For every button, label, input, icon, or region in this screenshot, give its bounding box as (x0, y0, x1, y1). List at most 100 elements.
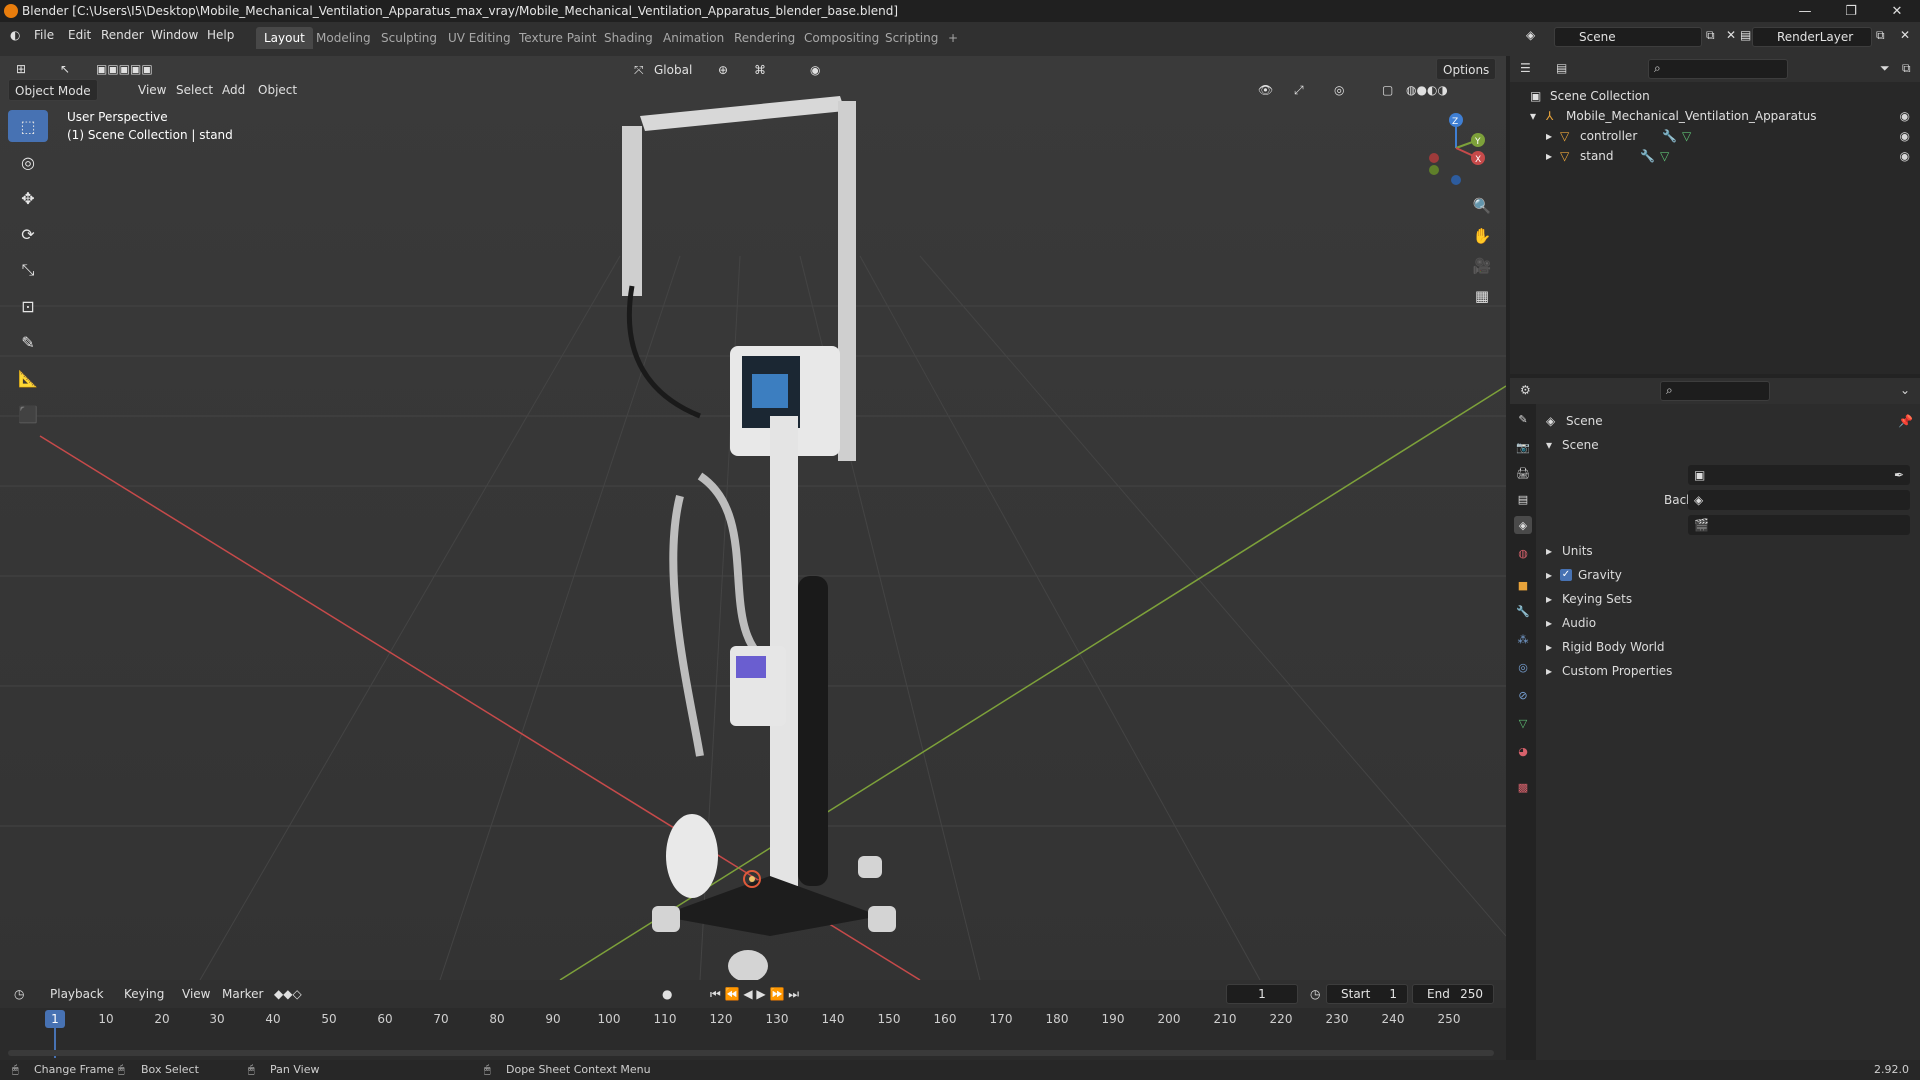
viewport-menu-object[interactable]: Object (252, 79, 303, 101)
rigid-body-world-panel-header[interactable]: ▸ Rigid Body World (1538, 636, 1920, 658)
measure-tool-icon[interactable]: 📐 (8, 362, 48, 394)
xray-toggle-icon[interactable]: ▢ (1376, 79, 1399, 101)
select-box-tool-icon[interactable]: ⬚ (8, 110, 48, 142)
collapse-icon[interactable]: ▾ (1530, 106, 1536, 126)
timeline-editor-icon[interactable]: ◷ (8, 983, 30, 1005)
timeline-scrollbar[interactable] (8, 1050, 1494, 1056)
menu-window[interactable]: Window (151, 28, 198, 42)
tab-rendering[interactable]: Rendering (726, 27, 803, 49)
gizmo-toggle-icon[interactable]: ⤢ (1288, 79, 1310, 101)
cursor-tool-icon[interactable]: ◎ (8, 146, 48, 178)
record-icon[interactable]: ● (656, 983, 678, 1005)
tab-shading[interactable]: Shading (596, 27, 661, 49)
tab-uv-editing[interactable]: UV Editing (440, 27, 519, 49)
scene-selector-icon[interactable]: ◈ (1526, 28, 1535, 42)
material-tab-icon[interactable]: ◕ (1514, 742, 1532, 760)
gravity-panel-header[interactable]: ▸ ✓ Gravity (1538, 564, 1920, 586)
menu-edit[interactable]: Edit (68, 28, 91, 42)
timeline-menu-marker[interactable]: Marker (216, 983, 269, 1005)
outliner-row-collection[interactable]: ▾ ⅄ Mobile_Mechanical_Ventilation_Appara… (1510, 106, 1920, 126)
options-dropdown[interactable]: Options (1436, 58, 1497, 80)
scale-tool-icon[interactable]: ⤡ (8, 254, 48, 286)
close-button[interactable]: ✕ (1874, 0, 1920, 22)
pivot-point-icon[interactable]: ⊕ (712, 59, 734, 81)
viewport-menu-view[interactable]: View (132, 79, 172, 101)
editor-type-icon[interactable]: ⊞ (10, 58, 32, 80)
new-scene-icon[interactable]: ⧉ (1706, 28, 1715, 43)
rotate-tool-icon[interactable]: ⟳ (8, 218, 48, 250)
tool-tab-icon[interactable]: ✎ (1514, 410, 1532, 428)
object-tab-icon[interactable]: ■ (1514, 576, 1532, 594)
tab-sculpting[interactable]: Sculpting (373, 27, 445, 49)
tab-modeling[interactable]: Modeling (308, 27, 379, 49)
add-workspace-button[interactable]: + (940, 27, 966, 49)
delete-scene-icon[interactable]: ✕ (1726, 28, 1736, 42)
data-tab-icon[interactable]: ▽ (1514, 714, 1532, 732)
current-frame-field[interactable]: 1 (1226, 984, 1298, 1004)
selection-mode-icons[interactable]: ▣▣▣▣▣ (90, 58, 159, 80)
world-tab-icon[interactable]: ◍ (1514, 544, 1532, 562)
menu-render[interactable]: Render (101, 28, 144, 42)
timeline-menu-keying[interactable]: Keying (118, 983, 170, 1005)
zoom-icon[interactable]: 🔍 (1468, 192, 1496, 220)
transform-orientation-dropdown[interactable]: Global (648, 59, 698, 81)
3d-viewport[interactable]: ⊞ ↖ ▣▣▣▣▣ ⤧ Global ⊕ ⌘ ◉ Options Object … (0, 56, 1506, 980)
move-tool-icon[interactable]: ✥ (8, 182, 48, 214)
outliner-row-scene-collection[interactable]: ▣ Scene Collection (1510, 86, 1920, 106)
visibility-eye-icon[interactable]: ◉ (1900, 126, 1910, 146)
delete-render-layer-icon[interactable]: ✕ (1900, 28, 1910, 42)
snap-icon[interactable]: ⌘ (748, 59, 772, 81)
viewport-menu-add[interactable]: Add (216, 79, 251, 101)
playhead[interactable]: 1 (45, 1010, 65, 1028)
overlay-toggle-icon[interactable]: ◎ (1328, 79, 1350, 101)
modifier-tab-icon[interactable]: 🔧 (1514, 602, 1532, 620)
start-frame-field[interactable]: Start 1 (1326, 984, 1408, 1004)
new-collection-icon[interactable]: ⧉ (1902, 61, 1911, 76)
keying-sets-panel-header[interactable]: ▸ Keying Sets (1538, 588, 1920, 610)
playback-controls-icons[interactable]: ⏮ ⏪ ◀ ▶ ⏩ ⏭ (704, 983, 805, 1005)
visibility-eye-icon[interactable]: ◉ (1900, 146, 1910, 166)
select-tool-icon[interactable]: ↖ (54, 58, 76, 80)
transform-tool-icon[interactable]: ⊡ (8, 290, 48, 322)
add-cube-tool-icon[interactable]: ⬛ (8, 398, 48, 430)
timeline-menu-view[interactable]: View (176, 983, 216, 1005)
timeline-menu-playback[interactable]: Playback (44, 983, 110, 1005)
tab-compositing[interactable]: Compositing (796, 27, 887, 49)
object-mode-dropdown[interactable]: Object Mode (8, 79, 98, 101)
blender-menu-icon[interactable]: ◐ (10, 28, 20, 42)
perspective-grid-icon[interactable]: ▦ (1468, 282, 1496, 310)
physics-tab-icon[interactable]: ◎ (1514, 658, 1532, 676)
minimize-button[interactable]: — (1782, 0, 1828, 22)
tab-animation[interactable]: Animation (655, 27, 732, 49)
tab-scripting[interactable]: Scripting (877, 27, 946, 49)
filter-icon[interactable]: ⏷ (1880, 61, 1890, 76)
pin-icon[interactable]: 📌 (1898, 414, 1913, 428)
camera-view-icon[interactable]: 🎥 (1468, 252, 1496, 280)
outliner-row-stand[interactable]: ▸ ▽ stand 🔧 ▽ ◉ (1510, 146, 1920, 166)
output-tab-icon[interactable]: 🖨 (1514, 464, 1532, 482)
active-clip-field[interactable] (1688, 515, 1910, 535)
view-layer-tab-icon[interactable]: ▤ (1514, 490, 1532, 508)
keyframe-icons[interactable]: ◆◆◇ (268, 983, 308, 1005)
render-tab-icon[interactable]: 📷 (1514, 438, 1532, 456)
particles-tab-icon[interactable]: ⁂ (1514, 630, 1532, 648)
menu-help[interactable]: Help (207, 28, 234, 42)
orientation-icon[interactable]: ⤧ (628, 59, 650, 81)
pan-hand-icon[interactable]: ✋ (1468, 222, 1496, 250)
constraints-tab-icon[interactable]: ⊘ (1514, 686, 1532, 704)
preview-range-icon[interactable]: ◷ (1304, 983, 1326, 1005)
menu-file[interactable]: File (34, 28, 54, 42)
viewport-menu-select[interactable]: Select (170, 79, 219, 101)
tab-texture-paint[interactable]: Texture Paint (511, 27, 604, 49)
visibility-icon[interactable]: 👁 (1252, 79, 1279, 101)
expand-icon[interactable]: ▸ (1546, 146, 1552, 166)
units-panel-header[interactable]: ▸ Units (1538, 540, 1920, 562)
chevron-down-icon[interactable]: ⌄ (1900, 383, 1910, 397)
scene-tab-icon[interactable]: ◈ (1514, 516, 1532, 534)
render-layer-icon[interactable]: ▤ (1740, 28, 1751, 42)
render-layer-field[interactable]: RenderLayer (1752, 27, 1872, 47)
proportional-edit-icon[interactable]: ◉ (804, 59, 826, 81)
gravity-checkbox[interactable]: ✓ (1560, 569, 1572, 581)
expand-icon[interactable]: ▸ (1546, 126, 1552, 146)
new-render-layer-icon[interactable]: ⧉ (1876, 28, 1885, 43)
